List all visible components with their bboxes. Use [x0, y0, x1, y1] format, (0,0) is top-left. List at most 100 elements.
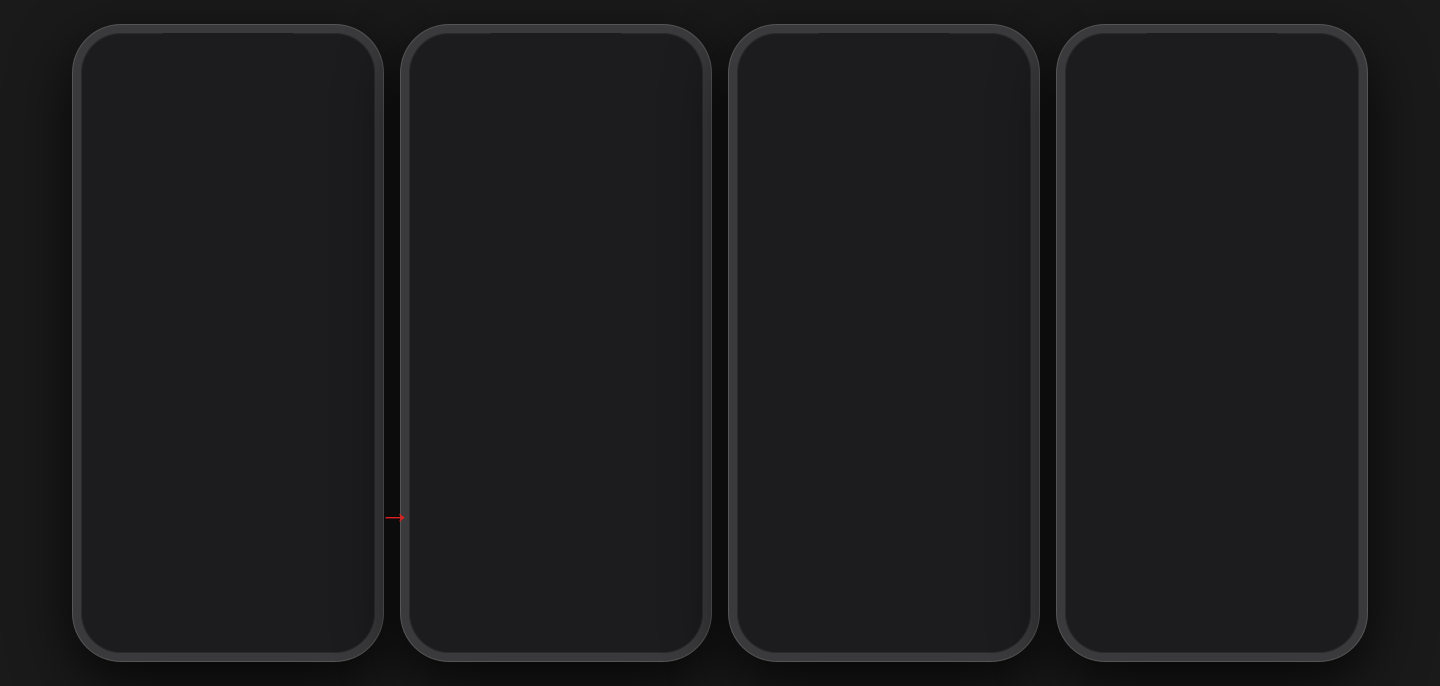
album-artist-2: Dani Fernández [171, 360, 241, 369]
tab-tonos-4[interactable]: 🔔 Tonos [1244, 590, 1298, 627]
promo-text-2: Pruébalo gratis [242, 437, 352, 451]
hero-banner[interactable]: Masterizado para iTunes MACACO CIVILIZAD… [81, 102, 375, 242]
status-icons-1: ▌▌▌ WiFi 🔋 [287, 49, 355, 62]
fran-avatar: FB [753, 269, 781, 297]
more-icon-2: ••• [663, 590, 684, 613]
tab-musica-1[interactable]: ♪ Música [83, 590, 137, 625]
album-3[interactable]: 11:11 Maluma [249, 275, 319, 380]
tab-mas-label-2: Más [665, 615, 682, 625]
vacaciones-item[interactable]: Vacaciones en Hawai › [1065, 225, 1359, 310]
week-price-2[interactable]: 0,99 € [325, 564, 363, 570]
screen-music-store: 0:31 ▌▌▌ WiFi 🔋 Géneros Destacado Éxitos… [81, 33, 375, 653]
manuel-item[interactable]: 👤 Manuel › [737, 363, 1031, 416]
album-2[interactable]: Incendios Dani Fernández [171, 275, 241, 380]
battery-icon-4: 🔋 [1325, 49, 1339, 62]
music-icon-1: ♪ [105, 590, 115, 613]
bell-icon-2: 🔔 [602, 590, 627, 615]
tab-musica-4[interactable]: ♪ Música [1067, 590, 1121, 625]
tab-musica-3[interactable]: ♪ Música [739, 590, 793, 625]
tab-musica-label-1: Música [96, 615, 125, 625]
more-icon-1: ••• [335, 590, 356, 613]
descargas-label: Descargas [467, 233, 668, 251]
tab-musica-2[interactable]: ♪ Música [411, 590, 465, 625]
tab-mas-4[interactable]: ••• Más [1303, 590, 1357, 625]
fran-item[interactable]: FB Fran › [737, 257, 1031, 310]
jose-maria-label: JOSE MARIA [795, 327, 996, 345]
tab-buscar-3[interactable]: 🔍 Buscar [857, 590, 911, 627]
small-fry-item[interactable]: Small Fry › [1065, 119, 1359, 204]
musica-purchase-item[interactable]: ♪ Música › [737, 132, 1031, 178]
tab-buscar-2[interactable]: 🔍 Buscar [529, 590, 583, 627]
back-button-4[interactable]: ‹ JOSE MARIA [1081, 74, 1167, 91]
tab-peliculas-4[interactable]: 🎬 Películas [1126, 590, 1180, 627]
promo-badge-1: ♪ MUSIC [103, 405, 213, 416]
album-name-1: Civilizado Como los Animales [93, 349, 163, 371]
descargas-icon: ⬇ [425, 228, 453, 256]
tab-tonos-3[interactable]: 🔔 Tonos [916, 590, 970, 627]
familia-header: COMPRAS DE LA FAMILIA [737, 223, 1031, 245]
tab-mas-1[interactable]: ••• Más [319, 590, 373, 625]
promo-card-2[interactable]: Pruébalo gratis [231, 392, 363, 462]
promo-text-1: 50 millones de canciones. [103, 420, 213, 451]
nav-title-4: Películas [1167, 73, 1283, 91]
tab-peliculas-label-4: Películas [1135, 617, 1172, 627]
tab-bar-3: ♪ Música 🎬 Películas 🔍 Buscar 🔔 Tonos ••… [737, 581, 1031, 653]
phones-container: 0:31 ▌▌▌ WiFi 🔋 Géneros Destacado Éxitos… [63, 15, 1377, 671]
tab-mas-label-4: Más [1321, 615, 1338, 625]
novedades-title: Novedades [93, 250, 173, 267]
descargas-item[interactable]: ⬇ Descargas › [409, 216, 703, 268]
tab-tonos-1[interactable]: 🔔 Tonos [260, 590, 314, 627]
jose-maria-item[interactable]: JP JOSE MARIA › [737, 310, 1031, 363]
album-thumb-1 [93, 275, 163, 345]
promo-card-1[interactable]: ♪ MUSIC 50 millones de canciones. [93, 392, 223, 462]
exitos-tab[interactable]: Éxitos [235, 73, 291, 93]
genius-label: Genius [467, 127, 668, 145]
phone-3: 0:31 ▌▌▌ WiFi 🔋 ‹ Comprado MIS COMPRAS [729, 25, 1039, 661]
menu-icon[interactable]: ≡ [350, 74, 359, 92]
peliculas-purchase-chevron: › [1010, 193, 1015, 209]
mis-compras-header: MIS COMPRAS [737, 98, 1031, 120]
tab-peliculas-3[interactable]: 🎬 Películas [798, 590, 852, 627]
week-item-1[interactable]: Cross Me (feat. Cha... Ed Sheeran · No.6… [81, 503, 375, 550]
genius-item[interactable]: ⚙ Genius › [409, 110, 703, 163]
tab-mas-2[interactable]: ••• Más [647, 590, 701, 625]
marc-item[interactable]: MB Marc › [737, 416, 1031, 469]
battery-icon-2: 🔋 [669, 49, 683, 62]
marc-label: Marc [795, 433, 996, 451]
tab-buscar-label-3: Buscar [870, 617, 898, 627]
album-4[interactable]: Home... Paulo... [327, 275, 375, 380]
mas-list: ⚙ Genius › 📥 Comprado › ⬇ Descargas › [409, 110, 703, 268]
status-icons-3: ▌▌▌ WiFi 🔋 [943, 49, 1011, 62]
hero-subtitle: CIVILIZADO COMO [89, 160, 180, 171]
tab-buscar-4[interactable]: 🔍 Buscar [1185, 590, 1239, 627]
search-icon-4: 🔍 [1200, 590, 1225, 615]
battery-icon: 🔋 [341, 49, 355, 62]
signal-icon-2: ▌▌▌ [615, 49, 638, 61]
tab-tonos-label-3: Tonos [931, 617, 955, 627]
wifi-icon-3: WiFi [970, 49, 993, 61]
comprado-item[interactable]: 📥 Comprado › [409, 163, 703, 216]
destacado-tab[interactable]: Destacado [155, 73, 236, 93]
tab-buscar-label-1: Buscar [214, 617, 242, 627]
peliculas-purchase-item[interactable]: ▦ Películas › [737, 178, 1031, 223]
semana-see-all[interactable]: Ver todo > [308, 479, 363, 493]
nav-bar-4: ‹ JOSE MARIA Películas [1065, 69, 1359, 98]
tab-peliculas-label-1: Películas [151, 617, 188, 627]
tab-buscar-1[interactable]: 🔍 Buscar [201, 590, 255, 627]
tab-peliculas-2[interactable]: 🎬 Películas [470, 590, 524, 627]
tab-mas-3[interactable]: ••• Más [975, 590, 1029, 625]
vacaciones-thumb [1081, 235, 1127, 299]
week-price-1[interactable]: 1,29 € [325, 517, 363, 534]
novedades-see-all[interactable]: Ver todo > [308, 252, 363, 266]
status-bar-2: 0:31 ▌▌▌ WiFi 🔋 [409, 33, 703, 69]
marc-avatar: MB [753, 428, 781, 456]
album-artist-1: Macaco [93, 371, 163, 380]
week-item-2[interactable]: Lo Quiero Todo Macaco · Civilizado Co...… [81, 550, 375, 570]
album-1[interactable]: Civilizado Como los Animales Macaco [93, 275, 163, 380]
status-bar-1: 0:31 ▌▌▌ WiFi 🔋 [81, 33, 375, 69]
edit-button-2[interactable]: Editar [648, 74, 687, 91]
tab-peliculas-1[interactable]: 🎬 Películas [142, 590, 196, 627]
generos-tab[interactable]: Géneros [97, 75, 155, 92]
tab-tonos-2[interactable]: 🔔 Tonos [588, 590, 642, 627]
virginia-item[interactable]: 👤 Virginia › [737, 469, 1031, 521]
